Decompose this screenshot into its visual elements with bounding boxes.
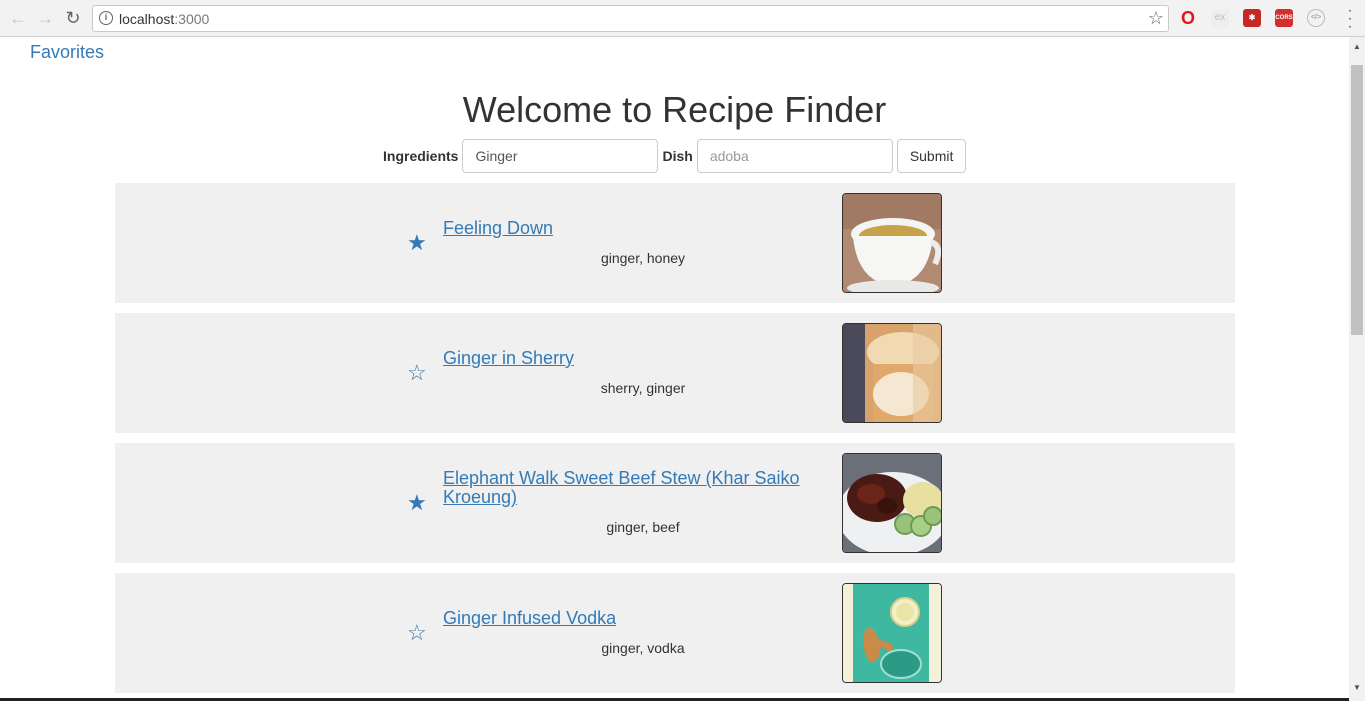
- more-menu-icon[interactable]: · · ·: [1347, 3, 1353, 35]
- bookmark-star-icon[interactable]: ☆: [1148, 8, 1164, 29]
- favorites-link[interactable]: Favorites: [30, 42, 104, 63]
- dish-input[interactable]: [696, 139, 893, 173]
- dish-label: Dish: [662, 148, 693, 164]
- ingredients-input[interactable]: [462, 139, 659, 173]
- back-arrow-icon[interactable]: ←: [8, 8, 28, 28]
- recipe-card: ☆ Ginger in Sherry sherry, ginger: [115, 313, 1235, 433]
- recipe-title-link[interactable]: Elephant Walk Sweet Beef Stew (Khar Saik…: [443, 469, 823, 507]
- favorite-star-filled-icon[interactable]: ★: [407, 230, 427, 256]
- recipe-image-tea-cup[interactable]: [842, 193, 942, 293]
- recipe-card: ★ Elephant Walk Sweet Beef Stew (Khar Sa…: [115, 443, 1235, 563]
- submit-button[interactable]: Submit: [896, 139, 967, 173]
- favorite-star-filled-icon[interactable]: ★: [407, 490, 427, 516]
- page-title: Welcome to Recipe Finder: [462, 89, 887, 130]
- reload-icon[interactable]: ↻: [63, 8, 83, 28]
- page-content: Favorites Welcome to Recipe Finder Ingre…: [0, 37, 1349, 701]
- recipe-image-beef-stew-plate[interactable]: [842, 453, 942, 553]
- ingredients-label: Ingredients: [383, 148, 459, 164]
- info-icon[interactable]: i: [99, 11, 113, 25]
- extension-red-icon[interactable]: ✱: [1243, 9, 1261, 27]
- browser-toolbar: ← → ↻ i localhost:3000 ☆ O ex ✱ CORS </>…: [0, 0, 1365, 37]
- scroll-up-arrow-icon[interactable]: ▲: [1353, 42, 1361, 51]
- recipe-ingredients: ginger, honey: [600, 250, 686, 266]
- recipe-ingredients: sherry, ginger: [600, 380, 686, 396]
- recipe-image-sherry-glass[interactable]: [842, 323, 942, 423]
- forward-arrow-icon[interactable]: →: [35, 8, 55, 28]
- address-bar[interactable]: i localhost:3000 ☆: [92, 5, 1169, 32]
- url-host: localhost: [119, 11, 175, 27]
- cors-icon[interactable]: CORS: [1275, 9, 1293, 27]
- address-bar-url[interactable]: localhost:3000: [119, 11, 209, 27]
- recipe-card: ☆ Ginger Infused Vodka ginger, vodka: [115, 573, 1235, 693]
- code-icon[interactable]: </>: [1307, 9, 1325, 27]
- recipe-title-link[interactable]: Ginger in Sherry: [443, 349, 823, 368]
- url-port: :3000: [174, 11, 210, 27]
- recipe-ingredients: ginger, vodka: [601, 640, 685, 656]
- recipe-ingredients: ginger, beef: [606, 519, 680, 535]
- recipe-image-ginger-vodka[interactable]: [842, 583, 942, 683]
- search-form: Ingredients Dish Submit: [383, 139, 967, 173]
- recipe-title-link[interactable]: Ginger Infused Vodka: [443, 609, 823, 628]
- ex-icon[interactable]: ex: [1211, 9, 1229, 27]
- recipe-title-link[interactable]: Feeling Down: [443, 219, 823, 238]
- opera-icon[interactable]: O: [1179, 9, 1197, 27]
- scrollbar-thumb[interactable]: [1351, 65, 1363, 335]
- favorite-star-empty-icon[interactable]: ☆: [407, 360, 427, 386]
- favorite-star-empty-icon[interactable]: ☆: [407, 620, 427, 646]
- vertical-scrollbar[interactable]: ▲ ▼: [1349, 37, 1365, 701]
- scroll-down-arrow-icon[interactable]: ▼: [1353, 683, 1361, 692]
- recipe-card: ★ Feeling Down ginger, honey: [115, 183, 1235, 303]
